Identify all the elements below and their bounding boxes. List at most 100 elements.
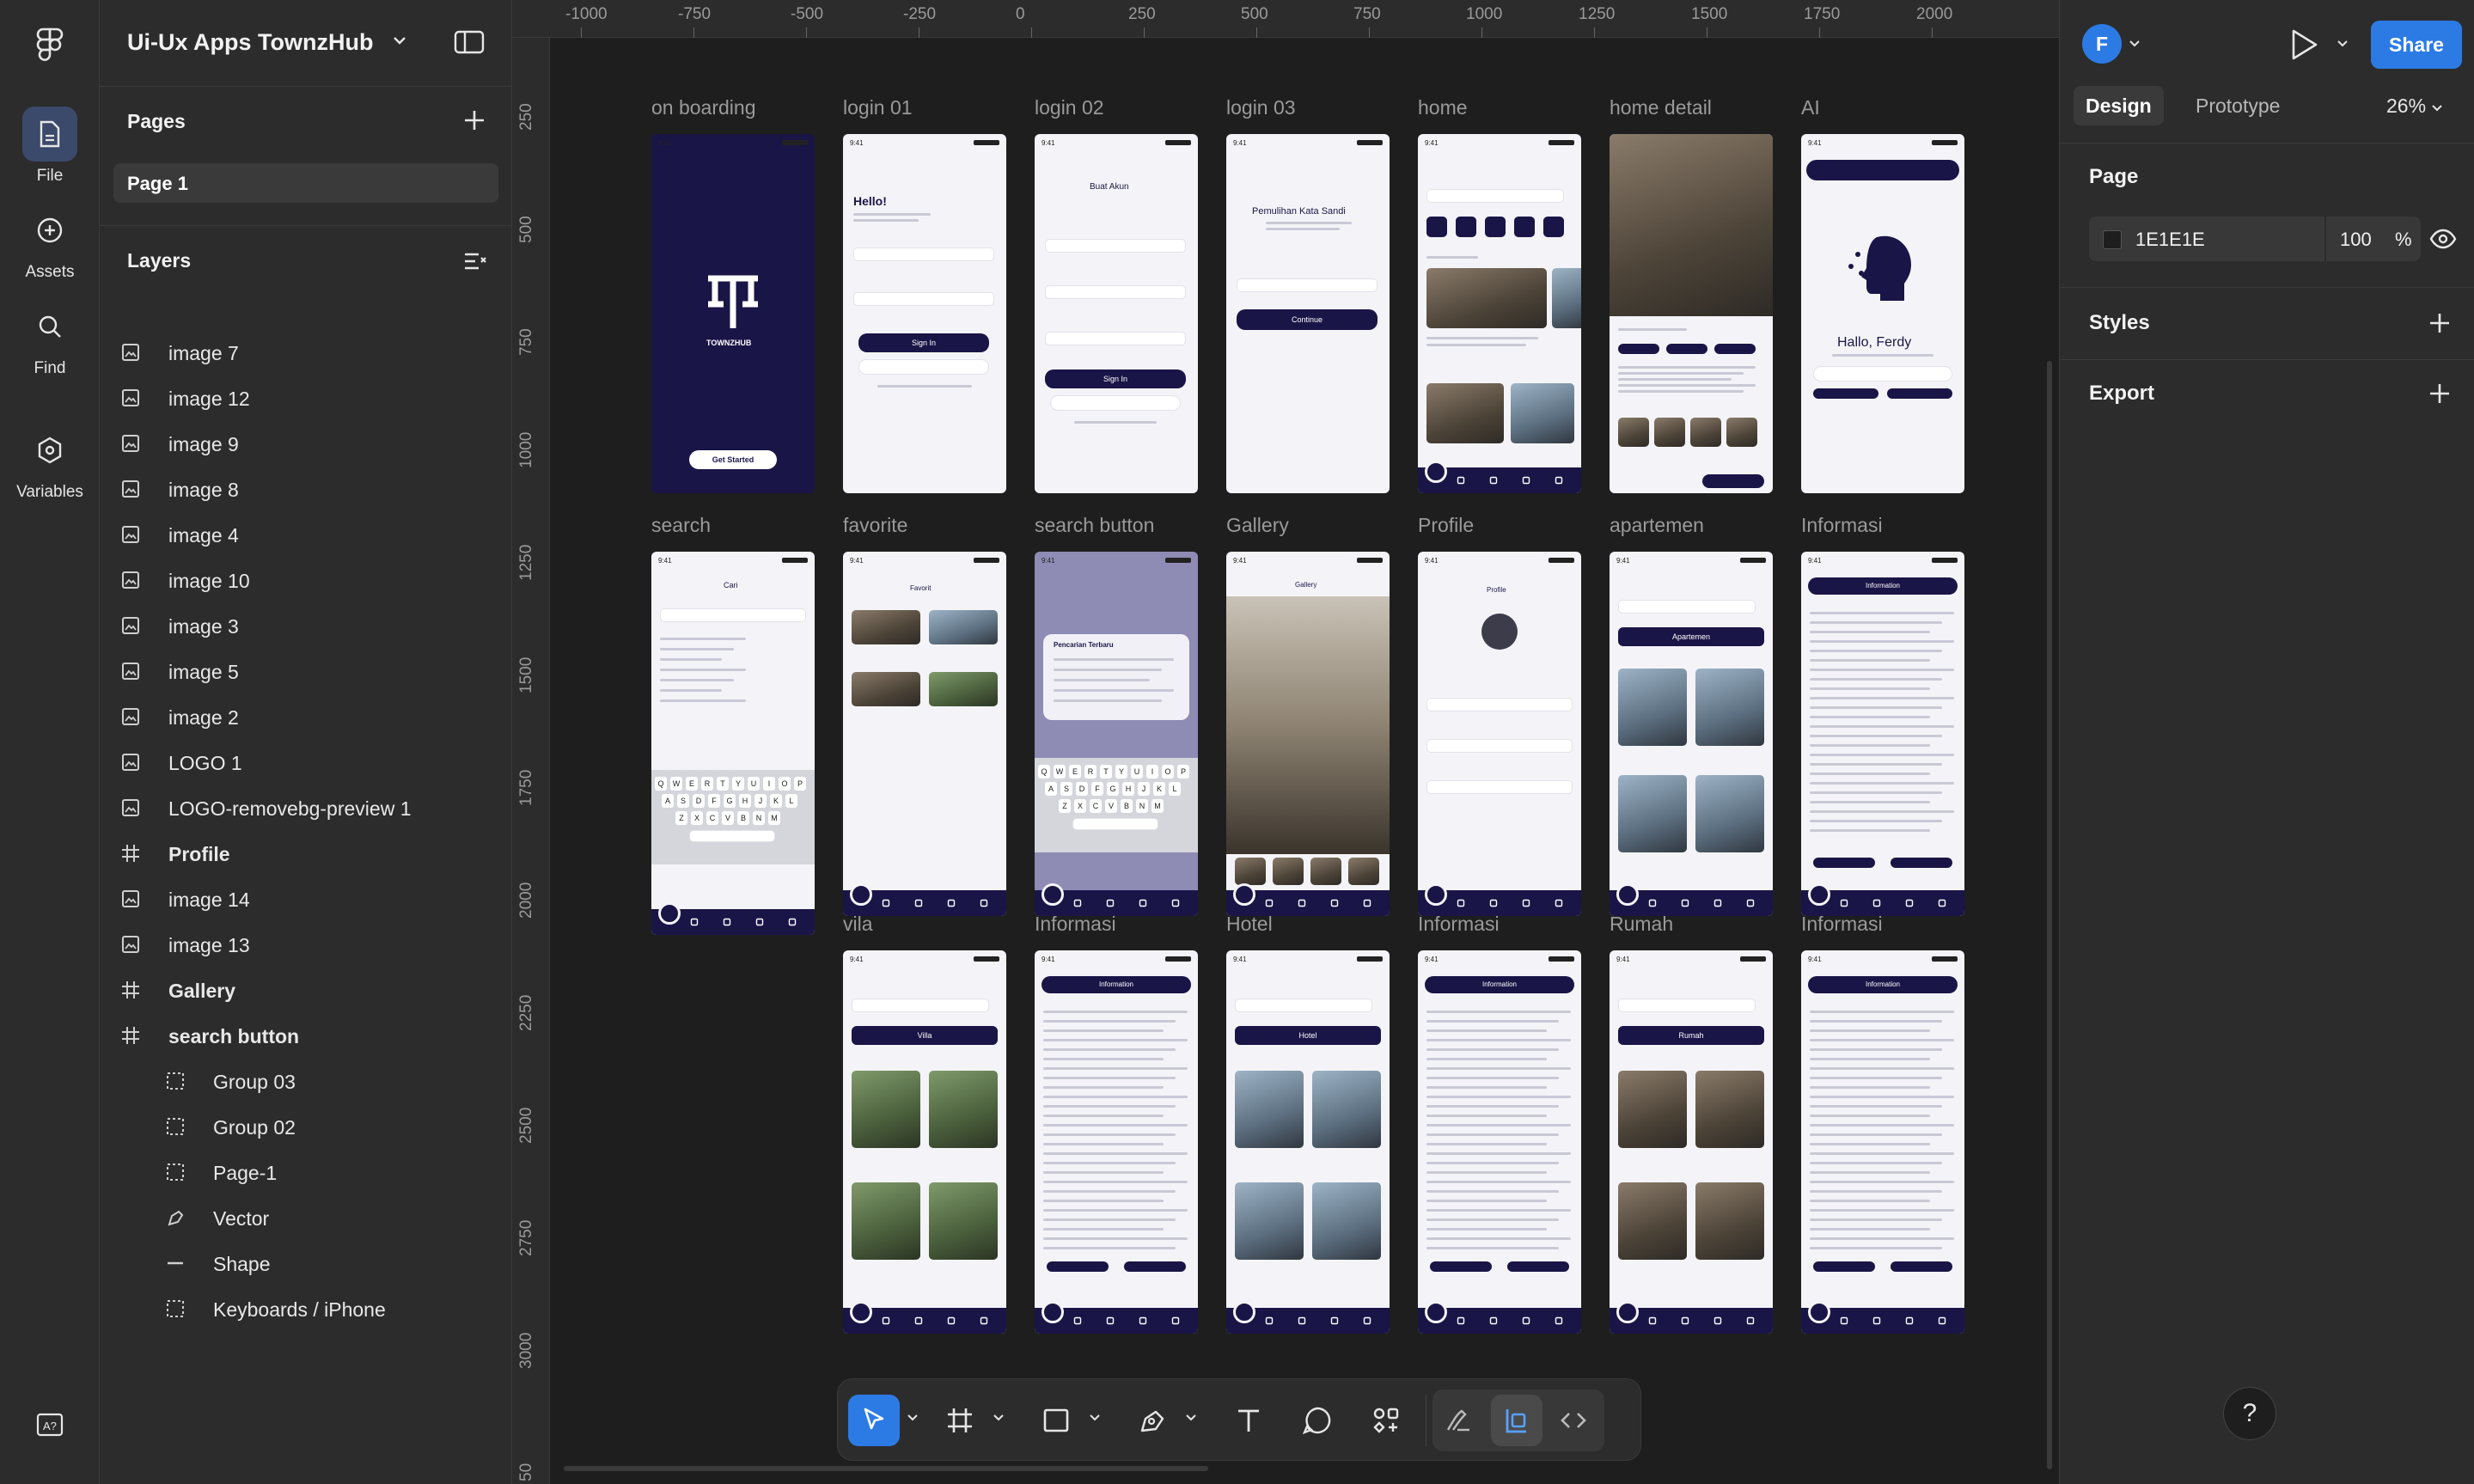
layer-item[interactable]: image 5 (100, 645, 511, 697)
nav-icon[interactable] (1073, 1316, 1082, 1325)
keyboard-key[interactable]: E (1069, 765, 1081, 779)
nav-icon[interactable] (980, 899, 988, 907)
frame-label[interactable]: login 02 (1035, 96, 1104, 119)
keyboard-key[interactable]: D (1076, 782, 1088, 796)
nav-icon[interactable] (1139, 1316, 1147, 1325)
tab-prototype[interactable]: Prototype (2184, 86, 2292, 125)
keyboard-key[interactable]: R (1084, 765, 1097, 779)
keyboard-key[interactable]: X (691, 811, 703, 825)
keyboard-key[interactable]: C (1090, 799, 1102, 813)
nav-icon[interactable] (1489, 476, 1498, 485)
layer-item[interactable]: image 14 (100, 873, 511, 925)
keyboard-key[interactable]: D (693, 794, 705, 808)
comment-tool-button[interactable] (1292, 1395, 1343, 1446)
nav-icon[interactable] (1872, 1316, 1881, 1325)
nav-icon[interactable] (1139, 899, 1147, 907)
keyboard-key[interactable]: B (1121, 799, 1133, 813)
home-button[interactable] (1042, 1301, 1064, 1323)
continue-button[interactable]: Continue (1237, 309, 1377, 330)
layer-item[interactable]: image 4 (100, 509, 511, 560)
keyboard-key[interactable]: X (1074, 799, 1086, 813)
keyboard-key[interactable]: A (1045, 782, 1057, 796)
keyboard-key[interactable]: K (770, 794, 782, 808)
informasi-screen[interactable]: 9:41 Information (1418, 950, 1581, 1334)
nav-icon[interactable] (690, 918, 699, 926)
nav-icon[interactable] (1905, 899, 1914, 907)
layer-item[interactable]: Group 02 (100, 1101, 511, 1152)
villa-screen[interactable]: 9:41 Villa (843, 950, 1006, 1334)
design-canvas[interactable]: -1000 -750 -500 -250 0 250 500 750 1000 1250 1500 1… (512, 0, 2059, 1484)
pen-tool-button[interactable] (1127, 1395, 1178, 1446)
frame-label[interactable]: Hotel (1226, 913, 1273, 936)
nav-icon[interactable] (1555, 476, 1563, 485)
informasi-screen[interactable]: 9:41 Information (1801, 950, 1964, 1334)
avatar[interactable]: F (2082, 24, 2122, 64)
add-style-icon[interactable] (2428, 311, 2452, 335)
keyboard-key[interactable]: Y (732, 777, 744, 791)
home-button[interactable] (1616, 1301, 1639, 1323)
nav-icon[interactable] (882, 1316, 890, 1325)
keyboard-key[interactable]: U (748, 777, 760, 791)
home-button[interactable] (1233, 883, 1255, 906)
nav-icon[interactable] (1171, 1316, 1180, 1325)
keyboard-key[interactable]: P (794, 777, 806, 791)
eye-icon[interactable] (2429, 227, 2457, 251)
draw-mode-button[interactable] (1432, 1395, 1484, 1446)
nav-icon[interactable] (1938, 1316, 1946, 1325)
layer-item[interactable]: search button (100, 1010, 511, 1061)
chevron-down-icon[interactable] (993, 1414, 1005, 1422)
layer-item[interactable]: Profile (100, 827, 511, 879)
chevron-down-icon[interactable] (2129, 40, 2141, 48)
keyboard-key[interactable]: V (722, 811, 734, 825)
help-button[interactable]: ? (2223, 1387, 2276, 1440)
frame-label[interactable]: search button (1035, 514, 1154, 537)
add-page-icon[interactable] (462, 108, 486, 132)
horizontal-scrollbar[interactable] (564, 1466, 1208, 1471)
keyboard-key[interactable]: B (737, 811, 749, 825)
layer-item[interactable]: Keyboards / iPhone (100, 1283, 511, 1334)
keyboard-key[interactable]: I (763, 777, 775, 791)
keyboard-key[interactable]: U (1131, 765, 1143, 779)
keyboard-key[interactable]: S (677, 794, 689, 808)
home-button[interactable] (1042, 883, 1064, 906)
keyboard-key[interactable]: O (1162, 765, 1174, 779)
keyboard-key[interactable]: N (753, 811, 765, 825)
chevron-down-icon[interactable] (907, 1414, 919, 1422)
layer-item[interactable]: image 10 (100, 554, 511, 606)
rail-variables-button[interactable]: Variables (0, 423, 100, 502)
layer-item[interactable]: Gallery (100, 964, 511, 1016)
rectangle-tool-button[interactable] (1030, 1395, 1082, 1446)
home-screen[interactable]: 9:41 (1418, 134, 1581, 493)
layer-item[interactable]: image 13 (100, 919, 511, 970)
frame-tool-button[interactable] (934, 1395, 986, 1446)
nav-icon[interactable] (1363, 899, 1371, 907)
keyboard-key[interactable]: A (662, 794, 674, 808)
keyboard-key[interactable]: V (1105, 799, 1117, 813)
nav-icon[interactable] (1457, 899, 1465, 907)
text-tool-button[interactable] (1223, 1395, 1274, 1446)
keyboard-key[interactable]: J (754, 794, 767, 808)
frame-label[interactable]: on boarding (651, 96, 756, 119)
nav-icon[interactable] (1840, 899, 1848, 907)
keyboard-key[interactable]: P (1177, 765, 1189, 779)
rail-assets-button[interactable]: Assets (0, 203, 100, 282)
home-button[interactable] (1425, 461, 1447, 483)
nav-icon[interactable] (1363, 1316, 1371, 1325)
get-started-button[interactable]: Get Started (689, 450, 777, 469)
design-mode-button[interactable] (1491, 1395, 1542, 1446)
informasi-screen[interactable]: 9:41 Information (1035, 950, 1198, 1334)
layer-item[interactable]: LOGO 1 (100, 736, 511, 788)
keyboard-key[interactable]: Q (1038, 765, 1050, 779)
chevron-down-icon[interactable] (2337, 40, 2349, 48)
ai-screen[interactable]: 9:41 Hallo, Ferdy (1801, 134, 1964, 493)
keyboard-key[interactable]: G (724, 794, 736, 808)
login-03-screen[interactable]: 9:41 Pemulihan Kata Sandi Continue (1226, 134, 1390, 493)
vertical-scrollbar[interactable] (2047, 361, 2052, 1469)
chevron-down-icon[interactable] (392, 34, 407, 46)
search-button-screen[interactable]: 9:41 Pencarian Terbaru Q W E R T Y U I O P A S D F G H J K L… (1035, 552, 1198, 916)
rail-find-button[interactable]: Find (0, 299, 100, 378)
page-fill-field[interactable]: 1E1E1E (2089, 217, 2324, 261)
play-icon[interactable] (2288, 27, 2319, 62)
frame-label[interactable]: Informasi (1801, 514, 1883, 537)
sidebar-toggle-icon[interactable] (454, 29, 485, 55)
